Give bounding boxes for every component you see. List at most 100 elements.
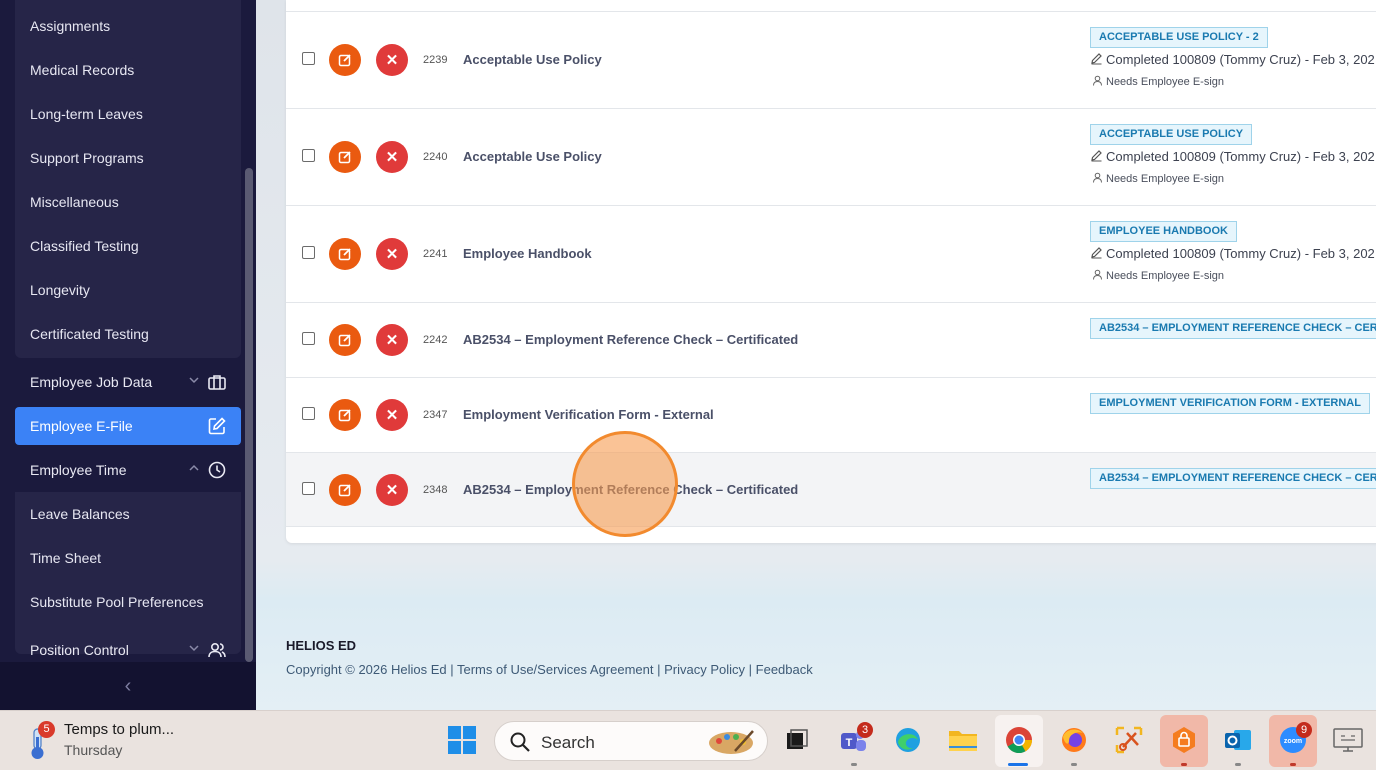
- delete-button[interactable]: ✕: [376, 474, 408, 506]
- sidebar-item-medical-records[interactable]: Medical Records: [30, 62, 134, 78]
- document-type-badge: AB2534 – EMPLOYMENT REFERENCE CHECK – CE…: [1090, 318, 1376, 339]
- completion-text: Completed 100809 (Tommy Cruz) - Feb 3, 2…: [1106, 149, 1375, 164]
- row-id: 2242: [423, 334, 448, 346]
- weather-day: Thursday: [64, 742, 123, 758]
- sidebar-item-assignments[interactable]: Assignments: [30, 18, 110, 34]
- edit-button[interactable]: [329, 44, 361, 76]
- esign-text: Needs Employee E-sign: [1106, 76, 1225, 88]
- nav-position-control[interactable]: Position Control: [15, 631, 241, 662]
- user-icon: [1093, 172, 1102, 183]
- edit-button[interactable]: [329, 324, 361, 356]
- document-type-badge: ACCEPTABLE USE POLICY - 2: [1090, 27, 1268, 48]
- footer-links: Copyright © 2026 Helios Ed | Terms of Us…: [286, 662, 813, 677]
- active-indicator: [1008, 763, 1028, 766]
- sidebar-item-long-term-leaves[interactable]: Long-term Leaves: [30, 106, 143, 122]
- notification-badge: 5: [38, 721, 55, 738]
- nav-label: Employee E-File: [30, 418, 133, 434]
- nav-label: Employee Time: [30, 462, 127, 478]
- edit-button[interactable]: [329, 141, 361, 173]
- running-indicator: [1181, 763, 1187, 766]
- sidebar-item-time-sheet[interactable]: Time Sheet: [30, 550, 101, 566]
- row-id: 2240: [423, 151, 448, 163]
- weather-widget[interactable]: 5 Temps to plum... Thursday: [24, 721, 224, 765]
- sidebar-item-certificated-testing[interactable]: Certificated Testing: [30, 326, 149, 342]
- feedback-link[interactable]: Feedback: [756, 662, 813, 677]
- nav-label: Position Control: [30, 642, 129, 658]
- windows-start-icon[interactable]: [445, 723, 479, 757]
- row-checkbox[interactable]: [302, 407, 315, 420]
- sidebar-item-leave-balances[interactable]: Leave Balances: [30, 506, 130, 522]
- sidebar-scrollbar-thumb[interactable]: [245, 168, 253, 662]
- table-row: ✕ 2239 Acceptable Use Policy ACCEPTABLE …: [286, 12, 1376, 109]
- nav-label: Employee Job Data: [30, 374, 153, 390]
- nav-employee-e-file[interactable]: Employee E-File: [15, 407, 241, 445]
- delete-button[interactable]: ✕: [376, 238, 408, 270]
- row-id: 2348: [423, 484, 448, 496]
- vpn-lock-icon[interactable]: [1167, 723, 1201, 757]
- sidebar-item-longevity[interactable]: Longevity: [30, 282, 90, 298]
- completion-text: Completed 100809 (Tommy Cruz) - Feb 3, 2…: [1106, 52, 1375, 67]
- pencil-icon: [1091, 247, 1102, 259]
- sidebar-item-miscellaneous[interactable]: Miscellaneous: [30, 194, 119, 210]
- file-explorer-icon[interactable]: [946, 723, 980, 757]
- nav-employee-job-data[interactable]: Employee Job Data: [15, 363, 241, 401]
- delete-button[interactable]: ✕: [376, 44, 408, 76]
- paint-palette-icon: [709, 730, 754, 754]
- edge-icon[interactable]: [891, 723, 925, 757]
- nav-employee-time[interactable]: Employee Time: [15, 451, 241, 489]
- click-highlight: [572, 431, 678, 537]
- svg-text:T: T: [846, 737, 853, 749]
- completion-status: Completed 100809 (Tommy Cruz) - Feb 3, 2…: [1090, 52, 1375, 67]
- snipping-tool-icon[interactable]: [1112, 723, 1146, 757]
- document-type-badge: ACCEPTABLE USE POLICY: [1090, 124, 1253, 145]
- row-checkbox[interactable]: [302, 246, 315, 259]
- row-checkbox[interactable]: [302, 332, 315, 345]
- briefcase-icon: [207, 372, 227, 392]
- edit-button[interactable]: [329, 238, 361, 270]
- completion-text: Completed 100809 (Tommy Cruz) - Feb 3, 2…: [1106, 246, 1375, 261]
- document-title-link[interactable]: Acceptable Use Policy: [463, 149, 602, 164]
- close-icon: ✕: [385, 52, 399, 69]
- weather-headline: Temps to plum...: [64, 721, 175, 738]
- separator: |: [745, 662, 756, 677]
- row-checkbox[interactable]: [302, 149, 315, 162]
- search-placeholder: Search: [541, 733, 595, 752]
- completion-status: Completed 100809 (Tommy Cruz) - Feb 3, 2…: [1090, 246, 1375, 261]
- search-icon: [510, 732, 530, 752]
- esign-text: Needs Employee E-sign: [1106, 173, 1225, 185]
- main-content: ✕ 2239 Acceptable Use Policy ACCEPTABLE …: [256, 0, 1376, 710]
- sidebar-scroll-area: Assignments Medical Records Long-term Le…: [0, 0, 256, 662]
- row-checkbox[interactable]: [302, 52, 315, 65]
- document-title-link[interactable]: Employment Verification Form - External: [463, 407, 714, 422]
- document-title-link[interactable]: Employee Handbook: [463, 246, 592, 261]
- document-title-link[interactable]: Acceptable Use Policy: [463, 52, 602, 67]
- table-row: ✕ 2347 Employment Verification Form - Ex…: [286, 378, 1376, 453]
- sidebar-item-substitute-pool-preferences[interactable]: Substitute Pool Preferences: [30, 594, 204, 610]
- chrome-icon[interactable]: [1002, 723, 1036, 757]
- outlook-icon[interactable]: [1221, 723, 1255, 757]
- row-id: 2239: [423, 54, 448, 66]
- table-row: ✕ 2240 Acceptable Use Policy ACCEPTABLE …: [286, 109, 1376, 206]
- document-title-link[interactable]: AB2534 – Employment Reference Check – Ce…: [463, 332, 798, 347]
- row-checkbox[interactable]: [302, 482, 315, 495]
- table-row: ✕ 2348 AB2534 – Employment Reference Che…: [286, 453, 1376, 527]
- running-indicator: [1071, 763, 1077, 766]
- delete-button[interactable]: ✕: [376, 324, 408, 356]
- edit-button[interactable]: [329, 474, 361, 506]
- edit-button[interactable]: [329, 399, 361, 431]
- sidebar-item-support-programs[interactable]: Support Programs: [30, 150, 144, 166]
- delete-button[interactable]: ✕: [376, 399, 408, 431]
- running-indicator: [1235, 763, 1241, 766]
- privacy-link[interactable]: Privacy Policy: [664, 662, 745, 677]
- taskbar-search-box[interactable]: Search: [494, 721, 768, 761]
- terms-link[interactable]: Terms of Use/Services Agreement: [457, 662, 654, 677]
- edit-icon: [338, 151, 351, 164]
- table-row: ✕ 2241 Employee Handbook EMPLOYEE HANDBO…: [286, 206, 1376, 303]
- firefox-icon[interactable]: [1057, 723, 1091, 757]
- delete-button[interactable]: ✕: [376, 141, 408, 173]
- remote-desktop-icon[interactable]: [1331, 723, 1365, 757]
- sidebar-collapse-button[interactable]: ‹: [0, 662, 256, 710]
- document-type-badge: EMPLOYEE HANDBOOK: [1090, 221, 1237, 242]
- sidebar-item-classified-testing[interactable]: Classified Testing: [30, 238, 139, 254]
- task-view-icon[interactable]: [780, 723, 814, 757]
